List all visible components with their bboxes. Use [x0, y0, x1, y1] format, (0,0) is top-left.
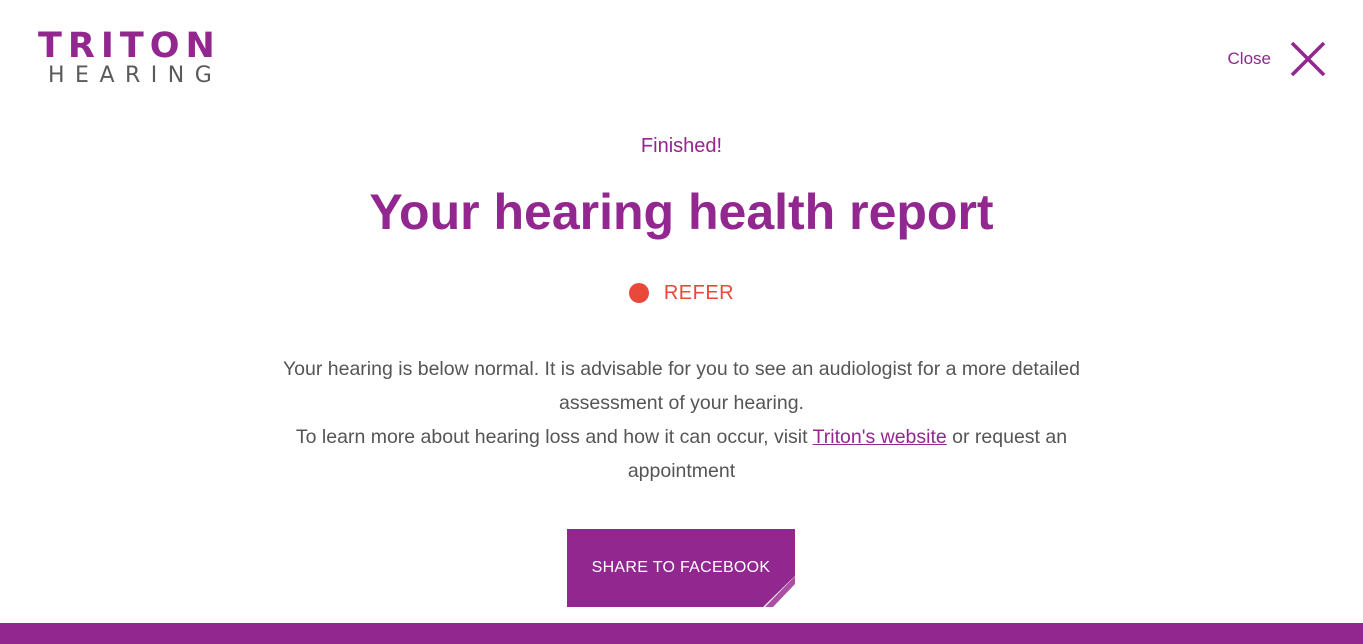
learn-more-prefix: To learn more about hearing loss and how…	[295, 426, 813, 448]
footer-bar	[0, 623, 1363, 644]
triton-hearing-logo[interactable]: TRITON HEARING	[38, 28, 238, 88]
close-label: Close	[1227, 49, 1271, 68]
finished-label: Finished!	[640, 135, 723, 157]
report-content: Finished! Your hearing health report REF…	[0, 131, 1363, 488]
status-dot-icon	[628, 283, 649, 303]
button-corner-fold	[765, 576, 795, 607]
report-page: TRITON HEARING Close Finished! Your hear…	[0, 0, 1363, 644]
close-button[interactable]: Close	[1228, 40, 1327, 78]
status-badge: REFER	[628, 278, 735, 308]
learn-more-text: To learn more about hearing loss and how…	[282, 420, 1082, 488]
report-description: Your hearing is below normal. It is advi…	[282, 352, 1082, 488]
share-to-facebook-button[interactable]: SHARE TO FACEBOOK	[567, 529, 795, 607]
triton-website-link[interactable]: Triton's website	[813, 426, 947, 448]
status-label: REFER	[663, 281, 735, 304]
result-explanation: Your hearing is below normal. It is advi…	[282, 358, 1081, 414]
logo-wordmark-bottom: HEARING	[48, 63, 223, 88]
close-icon[interactable]	[1289, 40, 1327, 78]
logo-wordmark-top: TRITON	[38, 26, 221, 66]
page-title: Your hearing health report	[369, 184, 994, 240]
